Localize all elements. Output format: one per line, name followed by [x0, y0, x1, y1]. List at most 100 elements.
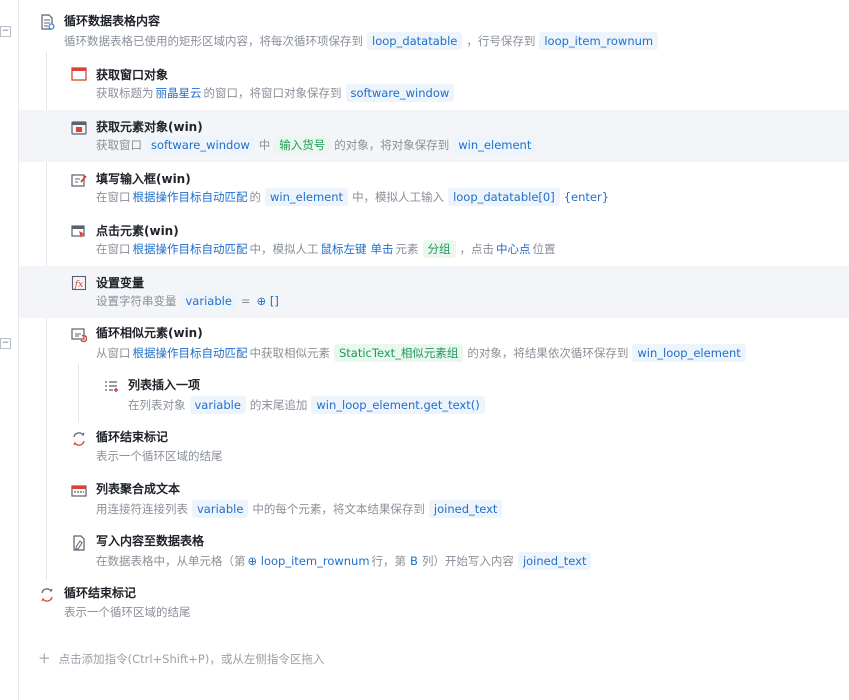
desc-text: 用连接符连接列表 [96, 502, 188, 516]
desc-text: ，点击 [459, 242, 495, 256]
var-tag[interactable]: software_window [345, 84, 455, 102]
step-title: 设置变量 [96, 276, 145, 290]
desc-text: 行，第 [371, 554, 407, 568]
step-title: 点击元素(win) [96, 224, 179, 238]
desc-text: 元素 [395, 242, 419, 256]
step-desc: 在列表对象 variable 的末尾追加 win_loop_element.ge… [128, 396, 489, 414]
desc-text: 位置 [532, 242, 556, 256]
desc-text: = [240, 294, 251, 308]
desc-text: 的末尾追加 [249, 398, 308, 412]
desc-text: 列）开始写入内容 [421, 554, 514, 568]
desc-text: 从窗口 [96, 346, 131, 360]
step-title: 列表插入一项 [128, 378, 201, 392]
desc-text: 中，模拟人工输入 [352, 190, 445, 204]
desc-text: 的对象，将对象保存到 [334, 138, 450, 152]
param-link[interactable]: 中心点 [496, 241, 531, 257]
desc-text: 表示一个循环区域的结尾 [96, 449, 223, 463]
desc-text: 的窗口，将窗口对象保存到 [203, 86, 342, 100]
desc-text: 获取标题为 [96, 86, 154, 100]
key-token: {enter} [563, 190, 610, 204]
click-element-icon [71, 225, 85, 238]
step-title: 循环结束标记 [96, 430, 169, 444]
param-link[interactable]: 根据操作目标自动匹配 [133, 241, 248, 257]
step-loop-end-outer[interactable]: 循环结束标记 表示一个循环区域的结尾 [19, 578, 849, 630]
var-tag[interactable]: software_window [146, 136, 255, 154]
step-desc: 设置字符串变量 variable = ⊕ [] [96, 292, 279, 310]
step-loop-end-inner[interactable]: 循环结束标记 表示一个循环区域的结尾 [19, 422, 849, 474]
var-tag[interactable]: loop_datatable[0] [448, 188, 560, 206]
step-title: 循环相似元素(win) [96, 326, 203, 340]
variable-icon: fx [71, 275, 87, 291]
var-tag[interactable]: variable [189, 396, 246, 414]
step-list-insert[interactable]: 列表插入一项 在列表对象 variable 的末尾追加 win_loop_ele… [19, 370, 849, 422]
var-tag[interactable]: variable [192, 500, 249, 518]
input-edit-icon [71, 174, 87, 187]
var-tag[interactable]: joined_text [428, 500, 503, 518]
var-tag[interactable]: joined_text [517, 552, 592, 570]
window-icon [71, 67, 87, 81]
step-click-element[interactable]: 点击元素(win) 在窗口 根据操作目标自动匹配 中，模拟人工 鼠标左键 单击 … [19, 214, 849, 266]
var-tag[interactable]: win_element [453, 136, 537, 154]
desc-text: 的 [249, 190, 262, 204]
step-write-datatable[interactable]: 写入内容至数据表格 在数据表格中，从单元格（第 ⊕ loop_item_rown… [19, 526, 849, 578]
collapse-loop-similar-toggle[interactable]: − [0, 338, 11, 349]
step-desc: 获取窗口 software_window 中 输入货号 的对象，将对象保存到 w… [96, 136, 540, 154]
collapse-loop-datatable-toggle[interactable]: − [0, 26, 11, 37]
step-desc: 用连接符连接列表 variable 中的每个元素，将文本结果保存到 joined… [96, 500, 506, 518]
step-title: 循环结束标记 [64, 586, 137, 600]
param-link[interactable]: 单击 [371, 241, 394, 257]
step-loop-datatable[interactable]: 循环数据表格内容 循环数据表格已使用的矩形区域内容，将每次循环项保存到 loop… [19, 6, 849, 58]
desc-text: 的对象，将结果依次循环保存到 [467, 346, 629, 360]
list-insert-icon [105, 381, 118, 392]
var-tag[interactable]: loop_datatable [367, 32, 463, 50]
desc-text: 中获取相似元素 [249, 346, 331, 360]
step-desc: 在数据表格中，从单元格（第 ⊕ loop_item_rownum 行，第 B 列… [96, 552, 595, 570]
desc-text: 在列表对象 [128, 398, 186, 412]
step-desc: 从窗口 根据操作目标自动匹配 中获取相似元素 StaticText_相似元素组 … [96, 344, 750, 362]
param-link[interactable]: 鼠标左键 [321, 241, 367, 257]
value-token[interactable]: ⊕ [] [257, 294, 279, 308]
desc-text: ，行号保存到 [466, 34, 536, 48]
target-element-tag[interactable]: 分组 [422, 240, 456, 258]
var-tag[interactable]: loop_item_rownum [539, 32, 659, 50]
step-desc: 循环数据表格已使用的矩形区域内容，将每次循环项保存到 loop_datatabl… [64, 32, 662, 50]
element-icon [71, 121, 87, 135]
loop-end-icon [73, 432, 85, 446]
desc-text: 在窗口 [96, 190, 131, 204]
desc-text: 在窗口 [96, 242, 131, 256]
loop-end-icon [41, 588, 53, 602]
column-token[interactable]: B [410, 554, 418, 568]
var-tag[interactable]: win_loop_element [632, 344, 746, 362]
step-set-variable[interactable]: fx 设置变量 设置字符串变量 variable = ⊕ [] [19, 266, 849, 318]
var-tag[interactable]: win_element [265, 188, 349, 206]
desc-text: 中，模拟人工 [249, 242, 319, 256]
desc-text: 设置字符串变量 [96, 294, 177, 308]
target-element-tag[interactable]: StaticText_相似元素组 [334, 344, 464, 362]
param-link[interactable]: 根据操作目标自动匹配 [133, 345, 248, 361]
add-instruction-label: 点击添加指令(Ctrl+Shift+P)，或从左侧指令区拖入 [58, 652, 325, 666]
desc-text: 循环数据表格已使用的矩形区域内容，将每次循环项保存到 [64, 34, 363, 48]
desc-text: 在数据表格中，从单元格（第 [96, 554, 246, 568]
step-desc: 在窗口 根据操作目标自动匹配 的 win_element 中，模拟人工输入 lo… [96, 188, 609, 206]
desc-text: 表示一个循环区域的结尾 [64, 605, 191, 619]
var-tag[interactable]: variable [180, 292, 237, 310]
desc-text: 中的每个元素，将文本结果保存到 [252, 502, 425, 516]
param-link[interactable]: 丽晶星云 [156, 85, 202, 101]
target-element-tag[interactable]: 输入货号 [274, 136, 331, 154]
step-desc: 表示一个循环区域的结尾 [64, 604, 191, 620]
var-tag[interactable]: win_loop_element.get_text() [311, 396, 485, 414]
step-list-join[interactable]: 列表聚合成文本 用连接符连接列表 variable 中的每个元素，将文本结果保存… [19, 474, 849, 526]
step-title: 填写输入框(win) [96, 172, 191, 186]
step-title: 获取元素对象(win) [96, 120, 203, 134]
step-desc: 获取标题为 丽晶星云 的窗口，将窗口对象保存到 software_window [96, 84, 458, 102]
step-loop-similar[interactable]: 循环相似元素(win) 从窗口 根据操作目标自动匹配 中获取相似元素 Stati… [19, 318, 849, 370]
step-title: 获取窗口对象 [96, 68, 169, 82]
step-get-window[interactable]: 获取窗口对象 获取标题为 丽晶星云 的窗口，将窗口对象保存到 software_… [19, 58, 849, 110]
step-fill-input[interactable]: 填写输入框(win) 在窗口 根据操作目标自动匹配 的 win_element … [19, 162, 849, 214]
desc-text: 中 [258, 138, 271, 152]
variable-token[interactable]: ⊕ loop_item_rownum [248, 554, 370, 568]
add-instruction-hint[interactable]: + 点击添加指令(Ctrl+Shift+P)，或从左侧指令区拖入 [38, 649, 324, 667]
step-get-element[interactable]: 获取元素对象(win) 获取窗口 software_window 中 输入货号 … [19, 110, 849, 162]
step-title: 写入内容至数据表格 [96, 534, 205, 548]
param-link[interactable]: 根据操作目标自动匹配 [133, 189, 248, 205]
